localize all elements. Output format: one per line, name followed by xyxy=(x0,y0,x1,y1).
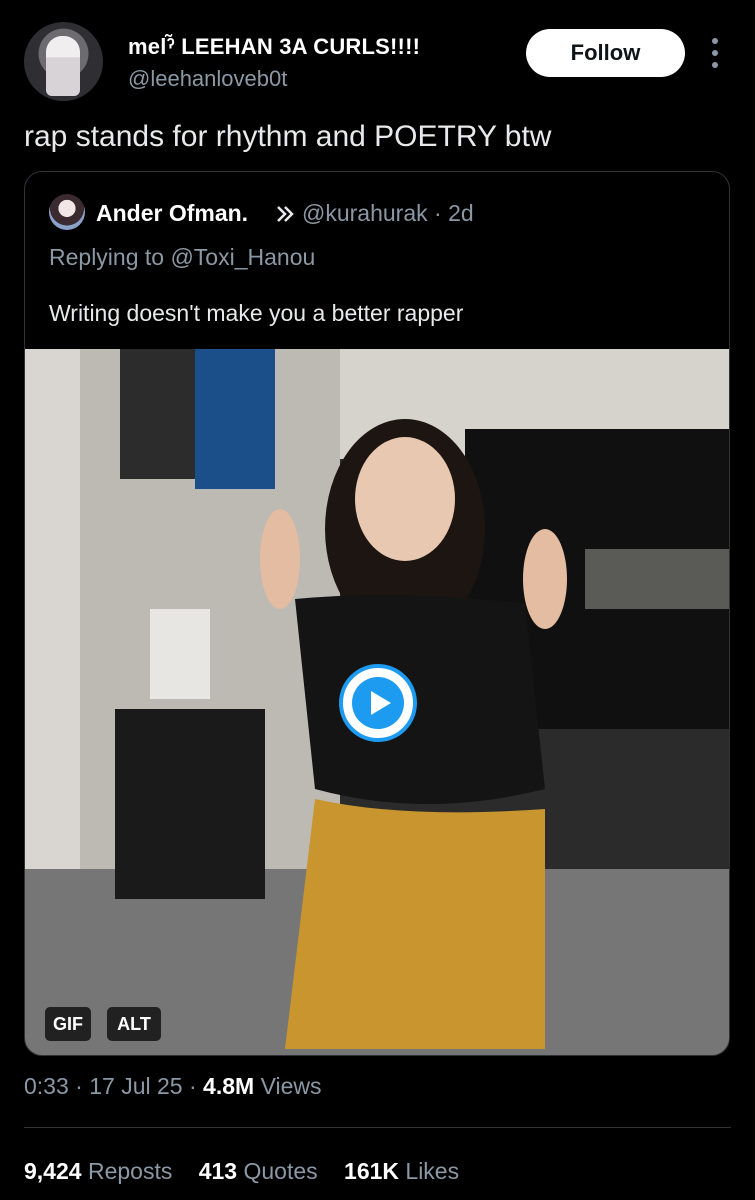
separator-dot: · xyxy=(434,200,449,226)
views-label: Views xyxy=(260,1073,322,1099)
reposts-stat[interactable]: 9,424 Reposts xyxy=(24,1158,172,1184)
tweet-date[interactable]: 17 Jul 25 xyxy=(89,1073,182,1099)
quoted-text: Writing doesn't make you a better rapper xyxy=(49,300,464,326)
follow-button[interactable]: Follow xyxy=(526,29,685,77)
play-button[interactable] xyxy=(339,664,417,742)
quoted-tweet-card[interactable]: Ander Ofman. @kurahurak · 2d Replying to… xyxy=(24,171,730,1056)
separator-dot: · xyxy=(188,1073,204,1099)
reposts-count: 9,424 xyxy=(24,1158,82,1184)
engagement-stats: 9,424 Reposts 413 Quotes 161K Likes xyxy=(24,1158,479,1185)
author-display-name[interactable]: melˀ̃ LEEHAN 3A CURLS!!!! xyxy=(128,34,420,60)
reposts-label: Reposts xyxy=(87,1158,173,1184)
quoted-avatar[interactable] xyxy=(49,194,85,230)
verified-badge-icon xyxy=(277,206,294,222)
quoted-time: 2d xyxy=(448,200,474,226)
quoted-author-handle-time: @kurahurak · 2d xyxy=(302,200,474,227)
play-icon xyxy=(352,677,404,729)
author-avatar[interactable] xyxy=(24,22,103,101)
quoted-author-name[interactable]: Ander Ofman. xyxy=(96,200,248,227)
likes-count: 161K xyxy=(344,1158,400,1184)
author-handle[interactable]: @leehanloveb0t xyxy=(128,66,287,92)
gif-media[interactable]: GIF ALT xyxy=(25,349,729,1055)
tweet-meta: 0:33 · 17 Jul 25 · 4.8M Views xyxy=(24,1073,322,1100)
likes-stat[interactable]: 161K Likes xyxy=(344,1158,459,1184)
gif-badge: GIF xyxy=(45,1007,91,1041)
divider xyxy=(24,1127,731,1128)
quotes-stat[interactable]: 413 Quotes xyxy=(199,1158,318,1184)
quotes-label: Quotes xyxy=(243,1158,318,1184)
quotes-count: 413 xyxy=(198,1158,238,1184)
alt-badge[interactable]: ALT xyxy=(107,1007,161,1041)
quoted-author-handle[interactable]: @kurahurak xyxy=(302,200,428,226)
separator-dot: · xyxy=(75,1073,90,1099)
replying-to[interactable]: Replying to @Toxi_Hanou xyxy=(49,244,315,271)
tweet-time[interactable]: 0:33 xyxy=(24,1073,69,1099)
tweet-text: rap stands for rhythm and POETRY btw xyxy=(24,120,552,153)
likes-label: Likes xyxy=(405,1158,460,1184)
more-vertical-icon[interactable] xyxy=(706,36,724,70)
views-count: 4.8M xyxy=(203,1073,255,1099)
